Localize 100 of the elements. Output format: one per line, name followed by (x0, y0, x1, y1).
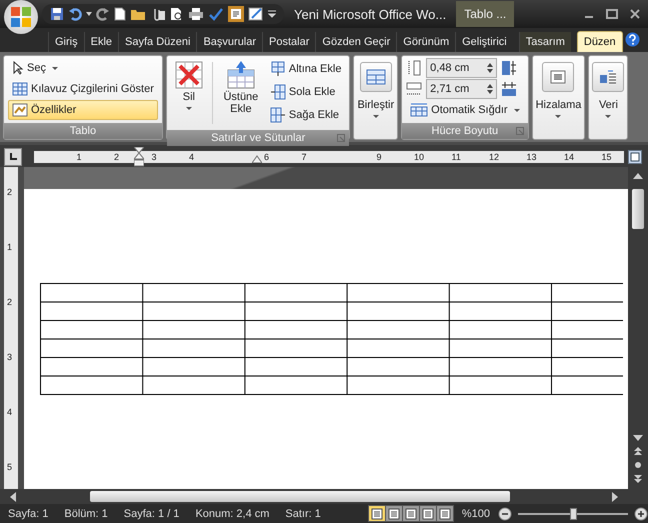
status-text[interactable]: Sayfa: 1 / 1 (124, 508, 180, 520)
width-field[interactable]: 2,71 cm (426, 79, 498, 99)
customize-icon[interactable] (268, 10, 276, 18)
delete-button[interactable]: Sil (170, 58, 207, 112)
ribbon-button[interactable]: Altına Ekle (266, 58, 346, 80)
data-button[interactable]: Veri (589, 60, 628, 120)
view-button[interactable] (436, 506, 453, 521)
maximize-icon[interactable] (606, 9, 618, 19)
spelling-check-icon[interactable] (208, 7, 224, 21)
row-height-icon (406, 60, 422, 76)
column-width-icon (406, 81, 422, 97)
ribbon-button[interactable]: Seç (8, 58, 158, 78)
view-button[interactable] (386, 506, 402, 521)
office-button[interactable] (4, 0, 38, 34)
insert-column-right-icon (270, 107, 286, 123)
ruler-number: 6 (264, 151, 270, 163)
close-icon[interactable] (630, 9, 640, 19)
view-button[interactable] (368, 506, 385, 521)
caret-icon (186, 107, 192, 110)
scroll-thumb[interactable] (90, 491, 510, 502)
indent-marker-icon[interactable] (134, 147, 144, 167)
ribbon-tab[interactable]: Tasarım (518, 32, 571, 52)
merge-button[interactable]: Birleştir (354, 60, 398, 120)
ruler-number: 4 (7, 407, 12, 417)
window-title: Yeni Microsoft Office Wo... (294, 6, 446, 22)
caret-icon[interactable] (86, 12, 92, 16)
autofit-table-icon (410, 103, 428, 117)
horizontal-scrollbar[interactable] (0, 489, 648, 504)
scroll-thumb[interactable] (632, 189, 644, 229)
group-label: Satırlar ve Sütunlar (166, 130, 350, 146)
help-icon[interactable] (625, 32, 640, 47)
status-text[interactable]: Bölüm: 1 (64, 508, 108, 520)
group-label: Hücre Boyutu (402, 123, 528, 139)
undo-icon[interactable] (68, 7, 82, 21)
up-arrow-icon[interactable] (633, 173, 643, 179)
view-ruler-icon[interactable] (628, 150, 642, 164)
office-logo-icon (8, 4, 34, 30)
redo-icon[interactable] (96, 7, 110, 21)
new-document-icon[interactable] (114, 7, 126, 21)
previous-page-icon[interactable] (634, 447, 642, 455)
table-properties-icon (12, 103, 28, 117)
form-edit-icon[interactable] (248, 6, 264, 22)
alignment-button[interactable]: Hizalama (532, 60, 584, 120)
height-field[interactable]: 0,48 cm (426, 58, 498, 78)
zoom-in-icon[interactable] (634, 506, 648, 520)
document-icon[interactable] (228, 6, 244, 22)
group-label: Tablo (4, 123, 162, 139)
tab-selector[interactable] (4, 148, 22, 166)
ruler-number: 7 (302, 151, 307, 163)
ruler-number: 15 (602, 151, 612, 163)
ribbon-button[interactable]: Sola Ekle (266, 81, 346, 103)
ruler-number: 12 (489, 151, 500, 163)
right-arrow-icon[interactable] (612, 492, 618, 502)
ribbon-tab[interactable]: Düzen (576, 31, 623, 52)
next-page-icon[interactable] (634, 475, 642, 483)
ruler-number: 2 (7, 297, 12, 307)
ribbon-button[interactable]: Özellikler (8, 100, 158, 120)
status-text[interactable]: Konum: 2,4 cm (195, 508, 270, 520)
ruler-number: 2 (7, 187, 12, 197)
caret-icon (514, 108, 520, 112)
left-arrow-icon[interactable] (10, 492, 16, 502)
distribute-rows-icon (501, 60, 518, 76)
status-text[interactable]: Satır: 1 (285, 508, 321, 520)
caret-icon (52, 66, 58, 70)
ruler-number: 1 (7, 242, 12, 252)
status-text[interactable]: Sayfa: 1 (8, 508, 48, 520)
ribbon-button[interactable]: Sağa Ekle (266, 104, 346, 126)
insert-row-above-icon (226, 60, 256, 90)
ribbon-button[interactable]: Kılavuz Çizgilerini Göster (8, 79, 158, 99)
print-preview-icon[interactable] (170, 7, 184, 21)
down-arrow-icon[interactable] (633, 435, 643, 441)
printer-icon[interactable] (188, 7, 204, 21)
zoom-out-icon[interactable] (498, 506, 512, 520)
autofit-button[interactable]: Otomatik Sığdır (406, 100, 524, 120)
ruler-number: 10 (414, 151, 424, 163)
context-tab-title: Tablo ... (456, 1, 514, 27)
folder-icon[interactable] (130, 7, 146, 21)
caret-icon (605, 115, 612, 118)
save-icon[interactable] (50, 7, 64, 21)
zoom-slider-thumb[interactable] (570, 508, 577, 520)
left-tab-icon (9, 153, 17, 161)
right-indent-icon[interactable] (252, 155, 262, 163)
merge-cells-icon (366, 69, 386, 85)
browse-object-icon[interactable] (634, 461, 642, 469)
insert-column-left-icon (270, 84, 286, 100)
view-button[interactable] (402, 506, 419, 521)
table-grid-icon (12, 82, 28, 96)
ruler-number: 5 (7, 462, 12, 472)
spinner-arrows-icon[interactable] (487, 62, 494, 74)
ruler-number: 2 (114, 151, 120, 163)
spinner-arrows-icon[interactable] (487, 83, 494, 95)
insert-above-button[interactable]: Üstüne Ekle (218, 58, 264, 117)
caret-icon (372, 115, 379, 118)
ruler-number: 13 (526, 151, 537, 163)
ruler-number: 3 (152, 151, 157, 163)
ruler-number: 11 (452, 151, 461, 163)
zoom-level[interactable]: %100 (462, 508, 490, 520)
vertical-scrollbar[interactable] (628, 167, 648, 489)
view-button[interactable] (420, 506, 436, 521)
distribute-columns-icon (501, 81, 518, 97)
